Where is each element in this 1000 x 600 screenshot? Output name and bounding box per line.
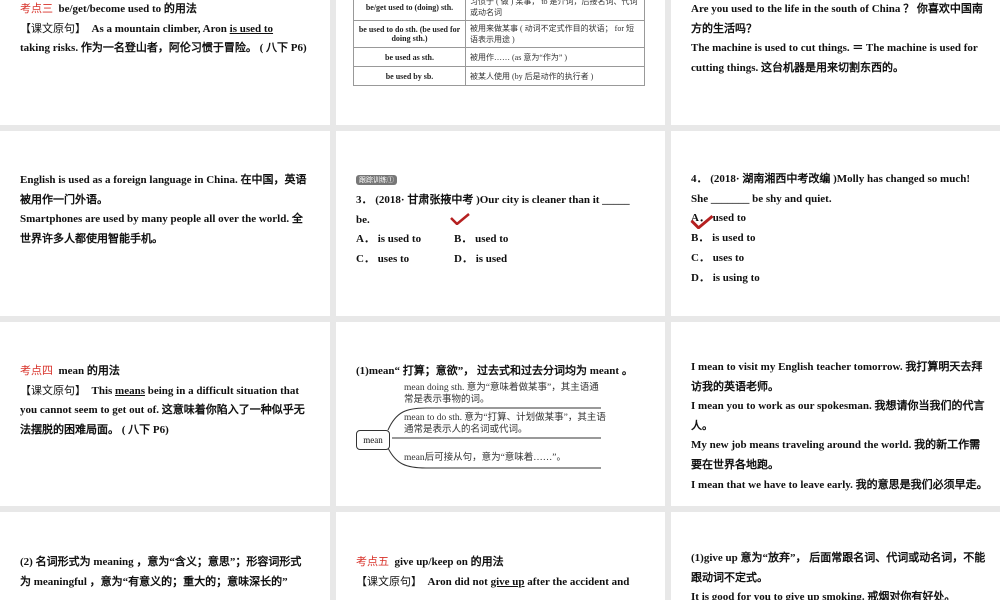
slide-mean-diagram: (1)mean“ 打算；意欲”， 过去式和过去分词均为 meant 。 mean… <box>336 322 665 506</box>
example-line: It is good for you to give up smoking. 戒… <box>691 591 956 600</box>
usage-table: used to do sth.过去常常做某事， to 为动词不定式符号be/ge… <box>353 0 645 86</box>
source-underline: means <box>115 384 145 397</box>
mind-map-branch: mean后可接从句，意为“意味着……”。 <box>404 453 567 463</box>
meaning-cell: 被某人使用 (by 后是动作的执行者 ) <box>465 66 645 86</box>
mind-map-branch: mean to do sth. 意为“打算、计划做某事”，其主语通常是表示人的名… <box>404 413 606 435</box>
example-line: English is used as a foreign language in… <box>20 174 307 206</box>
slide-examples-2: English is used as a foreign language in… <box>0 131 330 316</box>
section-label: 考点四 <box>20 365 53 377</box>
phrase-cell: be used as sth. <box>353 47 466 67</box>
table-row: be used as sth. 被用作…… (as 意为“作为” ) <box>353 47 645 67</box>
source-underline: is used to <box>229 22 274 35</box>
phrase-cell: be used by sb. <box>353 66 466 86</box>
example-line: I mean you to work as our spokesman. 我想请… <box>691 400 985 432</box>
source-text-2: after the accident and <box>524 575 630 588</box>
option-d[interactable]: D． is used <box>454 250 507 270</box>
checkmark-icon <box>450 213 470 225</box>
practice-badge: 跟踪训练① <box>356 175 397 185</box>
slide-give-up-notes: (1)give up 意为“放弃”， 后面常跟名词、代词或动名词，不能跟动词不定… <box>671 512 1000 600</box>
section-title: give up/keep on 的用法 <box>394 556 504 568</box>
table-row: be/get used to (doing) sth. 习惯于 ( 做 ) 某事，… <box>353 0 645 21</box>
meaning-cell: 被用作…… (as 意为“作为” ) <box>465 47 645 67</box>
source-label: 【课文原句】 <box>356 575 422 588</box>
source-text: Aron did not <box>427 575 491 588</box>
section-label: 考点三 <box>20 3 53 15</box>
source-text-2: taking risks. 作为一名登山者，阿伦习惯于冒险。 ( 八下 P6) <box>20 42 307 55</box>
option-c[interactable]: C． uses to <box>356 250 409 270</box>
table-row: be used by sb. 被某人使用 (by 后是动作的执行者 ) <box>353 66 645 86</box>
option-d[interactable]: D． is using to <box>691 269 760 289</box>
example-line: I mean that we have to leave early. 我的意思… <box>691 478 988 491</box>
slide-usage-table: used to do sth.过去常常做某事， to 为动词不定式符号be/ge… <box>336 0 665 125</box>
section-title: be/get/become used to 的用法 <box>58 3 197 15</box>
meaning-cell: 被用来做某事 ( 动词不定式作目的状语； for 短语表示用途 ) <box>465 20 645 48</box>
example-line: Smartphones are used by many people all … <box>20 213 303 245</box>
option-c[interactable]: C． uses to <box>691 249 744 269</box>
option-a[interactable]: A． is used to <box>356 230 421 250</box>
question-stem: 3． (2018· 甘肃张掖中考 )Our city is cleaner th… <box>356 194 630 226</box>
example-line: I mean to visit my English teacher tomor… <box>691 361 983 393</box>
checkmark-icon <box>690 215 714 229</box>
slide-mean-examples: I mean to visit my English teacher tomor… <box>671 322 1000 506</box>
source-text: This <box>91 384 116 397</box>
note-text: (2) 名词形式为 meaning ，意为“含义；意思”；形容词形式为 mean… <box>20 556 302 588</box>
mind-map-center: mean <box>356 430 390 450</box>
slide-examples-1: Are you used to the life in the south of… <box>671 0 1000 125</box>
slide-mean-intro: 考点四 mean 的用法 【课文原句】 This means being in … <box>0 322 330 506</box>
example-line: My new job means traveling around the wo… <box>691 439 981 471</box>
slide-used-to-intro: 考点三 be/get/become used to 的用法 【课文原句】 As … <box>0 0 330 125</box>
source-text: As a mountain climber, Aron <box>91 22 230 35</box>
example-line: The machine is used to cut things. ＝ The… <box>691 42 978 74</box>
slide-give-up: 考点五 give up/keep on 的用法 【课文原句】 Aron did … <box>336 512 665 600</box>
phrase-cell: be/get used to (doing) sth. <box>353 0 466 21</box>
slide-meaning: (2) 名词形式为 meaning ，意为“含义；意思”；形容词形式为 mean… <box>0 512 330 600</box>
section-label: 考点五 <box>356 556 389 568</box>
slide-question-3: 跟踪训练① 3． (2018· 甘肃张掖中考 )Our city is clea… <box>336 131 665 316</box>
source-label: 【课文原句】 <box>20 22 86 35</box>
mind-map-branch: mean doing sth. 意为“意味着做某事”，其主语通常是表示事物的词。 <box>404 383 599 405</box>
question-stem: 4． (2018· 湖南湘西中考改编 )Molly has changed so… <box>691 173 970 205</box>
source-label: 【课文原句】 <box>20 384 86 397</box>
example-line: Are you used to the life in the south of… <box>691 3 983 35</box>
phrase-cell: be used to do sth. (be used for doing st… <box>353 20 466 48</box>
slide-question-4: 4． (2018· 湖南湘西中考改编 )Molly has changed so… <box>671 131 1000 316</box>
meaning-cell: 习惯于 ( 做 ) 某事， to 是介词，后接名词、代词或动名词 <box>465 0 645 21</box>
note-text: (1)give up 意为“放弃”， 后面常跟名词、代词或动名词，不能跟动词不定… <box>691 552 986 584</box>
table-row: be used to do sth. (be used for doing st… <box>353 20 645 48</box>
option-b[interactable]: B． used to <box>454 230 508 250</box>
section-title: mean 的用法 <box>58 365 120 377</box>
option-b[interactable]: B． is used to <box>691 229 756 249</box>
source-underline: give up <box>490 575 525 588</box>
